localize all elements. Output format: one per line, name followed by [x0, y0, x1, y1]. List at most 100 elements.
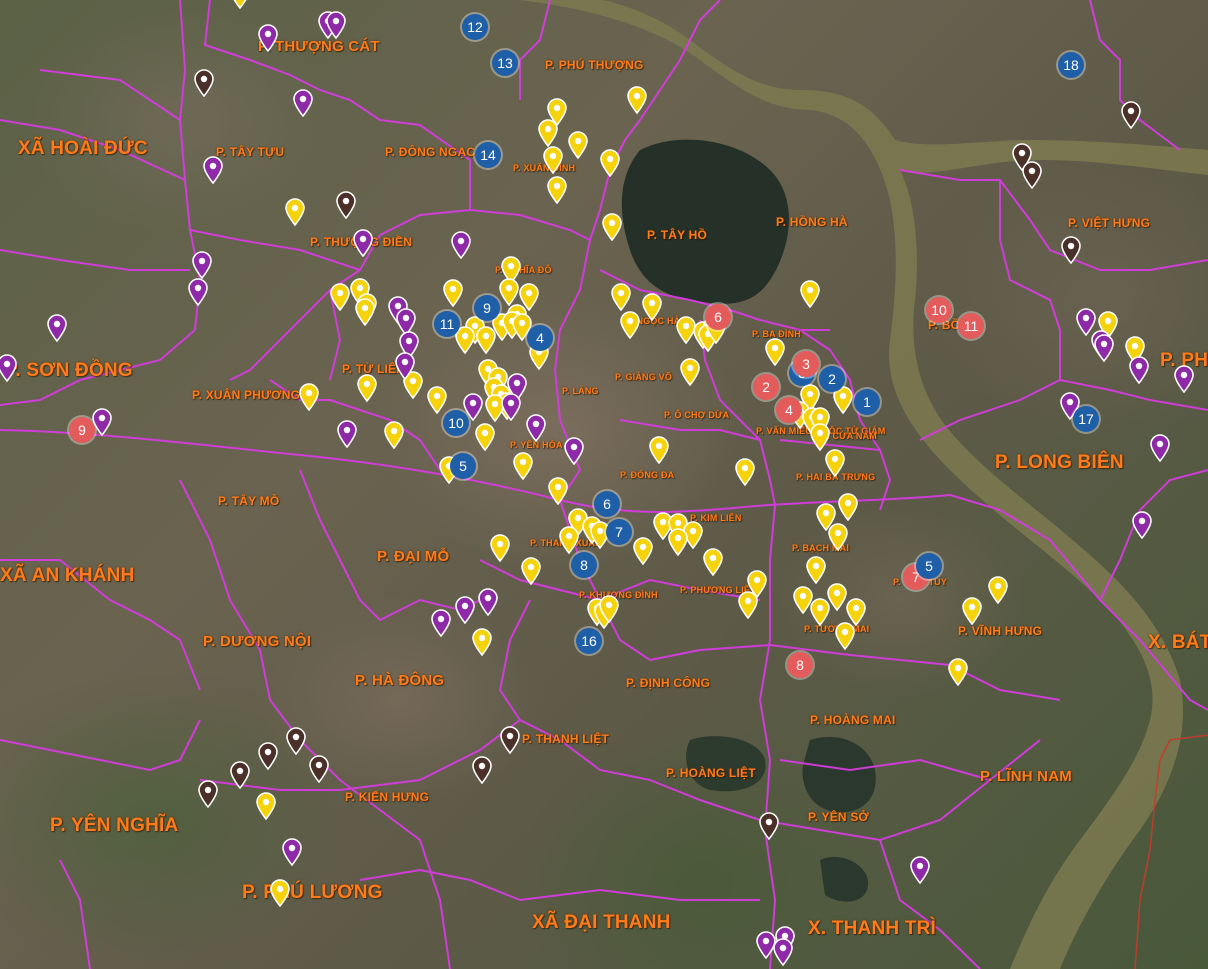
purple-map-pin[interactable] [191, 251, 213, 279]
purple-map-pin[interactable] [525, 414, 547, 442]
yellow-map-pin[interactable] [542, 146, 564, 174]
yellow-map-pin[interactable] [489, 534, 511, 562]
purple-map-pin[interactable] [500, 393, 522, 421]
yellow-map-pin[interactable] [626, 86, 648, 114]
brown-map-pin[interactable] [1060, 236, 1082, 264]
red-cluster-marker[interactable]: 10 [926, 297, 952, 323]
yellow-map-pin[interactable] [610, 283, 632, 311]
blue-cluster-marker[interactable]: 4 [527, 325, 553, 351]
purple-map-pin[interactable] [450, 231, 472, 259]
yellow-map-pin[interactable] [546, 176, 568, 204]
yellow-map-pin[interactable] [987, 576, 1009, 604]
purple-map-pin[interactable] [46, 314, 68, 342]
blue-cluster-marker[interactable]: 1 [854, 389, 880, 415]
yellow-map-pin[interactable] [834, 622, 856, 650]
red-cluster-marker[interactable]: 6 [705, 304, 731, 330]
blue-cluster-marker[interactable]: 11 [434, 311, 460, 337]
red-cluster-marker[interactable]: 11 [958, 313, 984, 339]
purple-map-pin[interactable] [394, 352, 416, 380]
yellow-map-pin[interactable] [229, 0, 251, 9]
brown-map-pin[interactable] [758, 812, 780, 840]
yellow-map-pin[interactable] [354, 298, 376, 326]
yellow-map-pin[interactable] [641, 293, 663, 321]
yellow-map-pin[interactable] [537, 119, 559, 147]
yellow-map-pin[interactable] [567, 131, 589, 159]
purple-map-pin[interactable] [1131, 511, 1153, 539]
purple-map-pin[interactable] [352, 229, 374, 257]
blue-cluster-marker[interactable]: 7 [606, 519, 632, 545]
brown-map-pin[interactable] [471, 756, 493, 784]
yellow-map-pin[interactable] [947, 658, 969, 686]
yellow-map-pin[interactable] [601, 213, 623, 241]
yellow-map-pin[interactable] [619, 311, 641, 339]
red-cluster-marker[interactable]: 8 [787, 652, 813, 678]
yellow-map-pin[interactable] [558, 526, 580, 554]
yellow-map-pin[interactable] [799, 280, 821, 308]
yellow-map-pin[interactable] [648, 436, 670, 464]
yellow-map-pin[interactable] [805, 556, 827, 584]
purple-map-pin[interactable] [187, 278, 209, 306]
purple-map-pin[interactable] [430, 609, 452, 637]
brown-map-pin[interactable] [499, 726, 521, 754]
blue-cluster-marker[interactable]: 13 [492, 50, 518, 76]
purple-map-pin[interactable] [336, 420, 358, 448]
yellow-map-pin[interactable] [269, 879, 291, 907]
brown-map-pin[interactable] [197, 780, 219, 808]
satellite-map[interactable]: P. THƯỢNG CÁT XÃ HOÀI ĐỨC P. TÂY TỰU P. ĐÔN… [0, 0, 1208, 969]
purple-map-pin[interactable] [0, 354, 18, 382]
yellow-map-pin[interactable] [764, 338, 786, 366]
blue-cluster-marker[interactable]: 10 [443, 410, 469, 436]
yellow-map-pin[interactable] [284, 198, 306, 226]
blue-cluster-marker[interactable]: 12 [462, 14, 488, 40]
yellow-map-pin[interactable] [329, 283, 351, 311]
brown-map-pin[interactable] [193, 69, 215, 97]
yellow-map-pin[interactable] [547, 477, 569, 505]
yellow-map-pin[interactable] [702, 548, 724, 576]
yellow-map-pin[interactable] [442, 279, 464, 307]
yellow-map-pin[interactable] [679, 358, 701, 386]
blue-cluster-marker[interactable]: 9 [474, 295, 500, 321]
yellow-map-pin[interactable] [426, 386, 448, 414]
yellow-map-pin[interactable] [255, 792, 277, 820]
brown-map-pin[interactable] [285, 727, 307, 755]
yellow-map-pin[interactable] [632, 537, 654, 565]
purple-map-pin[interactable] [325, 11, 347, 39]
purple-map-pin[interactable] [1173, 365, 1195, 393]
blue-cluster-marker[interactable]: 14 [475, 142, 501, 168]
purple-map-pin[interactable] [1093, 334, 1115, 362]
yellow-map-pin[interactable] [598, 595, 620, 623]
red-cluster-marker[interactable]: 9 [69, 417, 95, 443]
yellow-map-pin[interactable] [356, 374, 378, 402]
purple-map-pin[interactable] [909, 856, 931, 884]
yellow-map-pin[interactable] [737, 591, 759, 619]
blue-cluster-marker[interactable]: 2 [819, 366, 845, 392]
yellow-map-pin[interactable] [498, 278, 520, 306]
blue-cluster-marker[interactable]: 6 [594, 491, 620, 517]
yellow-map-pin[interactable] [383, 421, 405, 449]
yellow-map-pin[interactable] [734, 458, 756, 486]
yellow-map-pin[interactable] [827, 523, 849, 551]
purple-map-pin[interactable] [454, 596, 476, 624]
blue-cluster-marker[interactable]: 17 [1073, 406, 1099, 432]
yellow-map-pin[interactable] [474, 423, 496, 451]
yellow-map-pin[interactable] [475, 326, 497, 354]
blue-cluster-marker[interactable]: 16 [576, 628, 602, 654]
blue-cluster-marker[interactable]: 8 [571, 552, 597, 578]
purple-map-pin[interactable] [281, 838, 303, 866]
yellow-map-pin[interactable] [471, 628, 493, 656]
blue-cluster-marker[interactable]: 5 [916, 553, 942, 579]
purple-map-pin[interactable] [772, 938, 794, 966]
yellow-map-pin[interactable] [961, 597, 983, 625]
yellow-map-pin[interactable] [824, 449, 846, 477]
brown-map-pin[interactable] [308, 755, 330, 783]
blue-cluster-marker[interactable]: 18 [1058, 52, 1084, 78]
brown-map-pin[interactable] [257, 742, 279, 770]
purple-map-pin[interactable] [257, 24, 279, 52]
red-cluster-marker[interactable]: 4 [776, 397, 802, 423]
purple-map-pin[interactable] [1149, 434, 1171, 462]
purple-map-pin[interactable] [202, 156, 224, 184]
yellow-map-pin[interactable] [667, 528, 689, 556]
yellow-map-pin[interactable] [809, 423, 831, 451]
purple-map-pin[interactable] [563, 437, 585, 465]
yellow-map-pin[interactable] [298, 383, 320, 411]
